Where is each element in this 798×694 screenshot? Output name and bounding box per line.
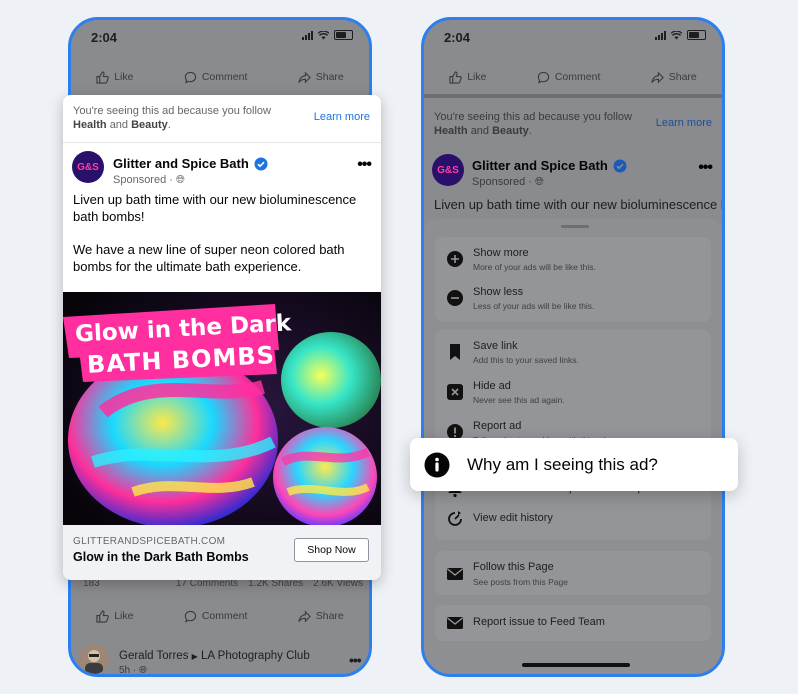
ad-image[interactable]: Glow in the Dark BATH BOMBS: [63, 292, 381, 525]
envelope-icon: [447, 617, 463, 629]
status-bar: 2:04: [71, 20, 369, 56]
report-issue-option[interactable]: Report issue to Feed Team: [435, 605, 711, 641]
share-icon: [298, 71, 311, 83]
page-name-row: Glitter and Spice Bath: [113, 156, 268, 171]
save-link-option[interactable]: Save link Add this to your saved links.: [435, 330, 711, 370]
wifi-icon: [671, 30, 682, 40]
next-post-group[interactable]: LA Photography Club: [201, 650, 310, 662]
globe-icon: 🌐︎: [535, 176, 544, 188]
post-text: Liven up bath time with our new biolumin…: [434, 197, 722, 212]
share-icon: [298, 610, 311, 622]
bookmark-icon: [450, 344, 460, 360]
next-post-title: Gerald Torres ▶ LA Photography Club: [119, 650, 310, 662]
page-name-row: Glitter and Spice Bath: [472, 158, 627, 173]
page-name[interactable]: Glitter and Spice Bath: [113, 156, 249, 171]
like-icon: [96, 70, 109, 84]
like-button[interactable]: Like: [96, 70, 133, 84]
action-bar-lower: Like Comment Share: [71, 601, 369, 631]
post-text: Liven up bath time with our new biolumin…: [63, 191, 381, 275]
like-icon: [449, 70, 462, 84]
options-group-follow: Follow this Page See posts from this Pag…: [435, 551, 711, 595]
verified-badge-icon: [254, 157, 268, 170]
options-group-actions: Save link Add this to your saved links. …: [435, 330, 711, 540]
comment-icon: [184, 610, 197, 623]
sponsored-label: Sponsored · 🌐︎: [113, 174, 185, 186]
why-am-i-seeing-this-ad-option[interactable]: Why am I seeing this ad?: [410, 438, 738, 491]
show-less-option[interactable]: Show less Less of your ads will be like …: [435, 276, 711, 318]
like-button[interactable]: Like: [449, 70, 486, 84]
learn-more-link[interactable]: Learn more: [656, 117, 712, 129]
page-name[interactable]: Glitter and Spice Bath: [472, 158, 608, 173]
info-icon: [424, 452, 450, 478]
like-button-lower[interactable]: Like: [96, 609, 133, 623]
envelope-icon: [447, 568, 463, 580]
page-avatar[interactable]: G&S: [432, 154, 464, 186]
why-seeing-ad-text: You're seeing this ad because you follow…: [434, 111, 632, 137]
sponsored-ad-card: You're seeing this ad because you follow…: [63, 95, 381, 580]
triangle-right-icon: ▶: [191, 652, 198, 661]
more-options-icon[interactable]: •••: [698, 160, 713, 176]
post-header: G&S Glitter and Spice Bath Sponsored · 🌐…: [63, 143, 381, 191]
comment-icon: [537, 71, 550, 84]
verified-badge-icon: [613, 159, 627, 172]
post-text-paragraph-2: We have a new line of super neon colored…: [73, 242, 345, 274]
signal-icon: [302, 30, 313, 40]
share-button[interactable]: Share: [298, 71, 344, 84]
comment-button[interactable]: Comment: [184, 71, 247, 84]
plus-circle-icon: [447, 251, 463, 267]
sheet-grab-handle[interactable]: [561, 225, 589, 228]
home-indicator[interactable]: [522, 663, 630, 667]
battery-icon: [334, 30, 353, 40]
options-group-report: Report issue to Feed Team: [435, 605, 711, 641]
view-edit-history-option[interactable]: View edit history: [435, 505, 711, 535]
ad-headline: Glow in the Dark Bath Bombs: [73, 550, 249, 564]
post-text-paragraph-1: Liven up bath time with our new biolumin…: [73, 192, 357, 224]
hide-ad-option[interactable]: Hide ad Never see this ad again.: [435, 370, 711, 410]
page-avatar[interactable]: G&S: [72, 151, 104, 183]
shop-now-button[interactable]: Shop Now: [294, 538, 369, 562]
history-icon: [448, 511, 462, 526]
sponsored-label: Sponsored · 🌐︎: [472, 176, 544, 188]
globe-icon: 🌐︎: [139, 665, 148, 676]
learn-more-link[interactable]: Learn more: [314, 111, 370, 123]
ad-link-footer[interactable]: GLITTERANDSPICEBATH.COM Glow in the Dark…: [63, 525, 381, 580]
why-seeing-ad-banner: You're seeing this ad because you follow…: [63, 95, 381, 143]
share-button[interactable]: Share: [651, 71, 697, 84]
action-bar: Like Comment Share: [71, 62, 369, 92]
next-post-user[interactable]: Gerald Torres: [119, 650, 188, 662]
more-options-icon[interactable]: •••: [357, 157, 372, 173]
signal-icon: [655, 30, 666, 40]
why-am-i-seeing-this-ad-label: Why am I seeing this ad?: [467, 455, 658, 474]
next-post-time: 5h · 🌐︎: [119, 665, 148, 676]
show-more-option[interactable]: Show more More of your ads will be like …: [435, 237, 711, 277]
why-seeing-ad-banner: You're seeing this ad because you follow…: [424, 94, 722, 152]
globe-icon: 🌐︎: [176, 174, 185, 186]
like-icon: [96, 609, 109, 623]
status-bar: 2:04: [424, 20, 722, 56]
status-time: 2:04: [444, 30, 471, 45]
comment-button[interactable]: Comment: [537, 71, 600, 84]
ad-domain: GLITTERANDSPICEBATH.COM: [73, 536, 226, 547]
follow-page-option[interactable]: Follow this Page See posts from this Pag…: [435, 551, 711, 595]
comment-button-lower[interactable]: Comment: [184, 610, 247, 623]
close-box-icon: [447, 384, 463, 400]
why-seeing-ad-text: You're seeing this ad because you follow…: [73, 105, 271, 131]
action-bar: Like Comment Share: [424, 62, 722, 92]
phone-right: 2:04 Like Comment Share You're seeing th…: [421, 17, 725, 677]
comment-icon: [184, 71, 197, 84]
share-icon: [651, 71, 664, 83]
battery-icon: [687, 30, 706, 40]
wifi-icon: [318, 30, 329, 40]
more-options-icon[interactable]: •••: [349, 652, 362, 668]
minus-circle-icon: [447, 290, 463, 306]
share-button-lower[interactable]: Share: [298, 610, 344, 623]
user-avatar[interactable]: [79, 644, 109, 674]
options-group-preferences: Show more More of your ads will be like …: [435, 237, 711, 322]
status-time: 2:04: [91, 30, 118, 45]
